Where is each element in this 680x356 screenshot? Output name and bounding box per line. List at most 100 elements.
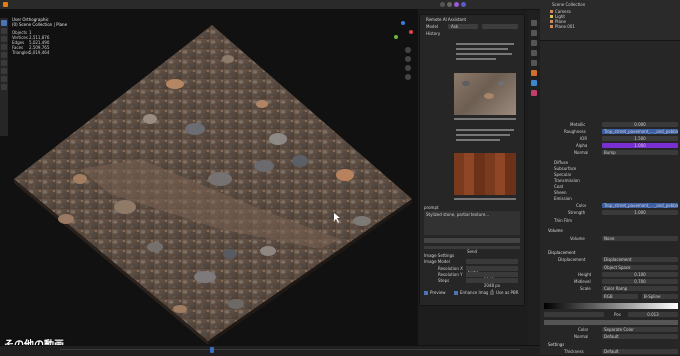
space-value: Object Space <box>604 265 631 270</box>
outliner-items: Camera Light Plane Plane.001 <box>550 9 575 29</box>
output-tab-icon[interactable] <box>531 40 537 46</box>
3d-viewport[interactable]: User Orthographic (0) Scene Collection |… <box>0 9 418 345</box>
object-tab-icon[interactable] <box>531 70 537 76</box>
section-specular[interactable]: Specular <box>554 172 571 177</box>
outliner-item[interactable]: Plane.001 <box>555 24 575 29</box>
world-tab-icon[interactable] <box>531 60 537 66</box>
strength-value: 1.000 <box>634 210 646 215</box>
add-cube-tool-icon[interactable] <box>1 84 7 90</box>
tool-tab-icon[interactable] <box>531 20 537 26</box>
ramp-mode: RGB <box>604 294 613 299</box>
timeline-bar[interactable] <box>0 345 540 356</box>
refresh-button[interactable] <box>482 24 518 29</box>
resolution-y-field[interactable]: 2048 px <box>466 272 518 288</box>
prop-label: Metallic <box>570 122 586 127</box>
midlevel-field[interactable]: 0.700 <box>602 279 678 284</box>
rendered-shading-icon[interactable] <box>461 2 466 7</box>
stat-label: Triangles <box>12 50 30 55</box>
emission-color-field[interactable]: Trop_street_pavement_..._and_pebbles_wit… <box>602 203 678 208</box>
move-tool-icon[interactable] <box>1 36 7 42</box>
roughness-texture-field[interactable]: Trop_street_pavement_..._and_pebbles_wit… <box>602 129 678 134</box>
perspective-toggle-icon[interactable] <box>405 74 411 80</box>
space-dropdown[interactable]: Object Space <box>602 265 678 270</box>
prompt-textarea[interactable]: Stylized stone, partial texture... <box>424 211 520 235</box>
metallic-field[interactable]: 0.000 <box>602 122 678 127</box>
section-diffuse[interactable]: Diffuse <box>554 160 568 165</box>
displacement-label: Displacement <box>558 257 586 262</box>
section-subsurface[interactable]: Subsurface <box>554 166 576 171</box>
normal-field[interactable]: Bump <box>602 150 678 155</box>
send-button[interactable]: Send <box>424 238 520 254</box>
displacement-field[interactable]: Displacement <box>602 257 678 262</box>
resolution-x-field[interactable]: 2048 px <box>466 266 518 282</box>
blender-logo-icon[interactable] <box>3 2 8 7</box>
x-axis-icon[interactable] <box>409 30 413 34</box>
scale-tool-icon[interactable] <box>1 52 7 58</box>
section-thin-film[interactable]: Thin Film <box>554 218 572 223</box>
generated-stone-texture-thumbnail[interactable] <box>454 73 516 115</box>
section-transmission[interactable]: Transmission <box>554 178 580 183</box>
section-coat[interactable]: Coat <box>554 184 563 189</box>
solid-shading-icon[interactable] <box>447 2 452 7</box>
section-displacement[interactable]: Displacement <box>548 250 576 255</box>
rotate-tool-icon[interactable] <box>1 44 7 50</box>
scene-statistics: Objects 1 Vertices 2,511,876 Edges 5,021,49… <box>12 30 52 55</box>
outliner: Scene Collection Camera Light Plane Plan… <box>540 0 680 41</box>
image-settings-header[interactable]: Image Settings <box>424 253 454 258</box>
section-sheen[interactable]: Sheen <box>554 190 567 195</box>
enhance-checkbox[interactable] <box>454 291 458 295</box>
ior-field[interactable]: 1.500 <box>602 136 678 141</box>
normal2-field[interactable]: Default <box>602 334 678 339</box>
ramp-color-swatch[interactable] <box>544 320 678 325</box>
prop-label: Normal <box>574 150 589 155</box>
modifier-tab-icon[interactable] <box>531 80 537 86</box>
preview-checkbox[interactable] <box>424 291 428 295</box>
measure-tool-icon[interactable] <box>1 76 7 82</box>
render-tab-icon[interactable] <box>531 30 537 36</box>
ramp-interp-dropdown[interactable]: B-Spline <box>642 294 678 299</box>
navigation-gizmo[interactable] <box>392 21 414 43</box>
section-volume[interactable]: Volume <box>548 228 563 233</box>
steps-field[interactable]: 4 <box>466 278 518 294</box>
use-pbr-checkbox[interactable] <box>490 291 494 295</box>
scene-tab-icon[interactable] <box>531 50 537 56</box>
z-axis-icon[interactable] <box>401 21 405 25</box>
strength-field[interactable]: 1.000 <box>602 210 678 215</box>
prop-value: 1.500 <box>634 136 646 141</box>
camera-view-icon[interactable] <box>405 65 411 71</box>
material-tab-icon[interactable] <box>531 90 537 96</box>
status-line <box>424 246 520 249</box>
height-label: Height <box>578 272 592 277</box>
resolution-y-value: 2048 px <box>483 283 501 288</box>
pos-field[interactable]: 0.013 <box>628 312 678 317</box>
color2-field[interactable]: Separate Color <box>602 327 678 332</box>
transform-tool-icon[interactable] <box>1 60 7 66</box>
viewport-nav-buttons <box>405 47 412 89</box>
generated-wood-texture-thumbnail[interactable] <box>454 153 516 195</box>
pan-icon[interactable] <box>405 56 411 62</box>
scale-field[interactable]: Color Ramp <box>602 286 678 291</box>
pos-label: Pos <box>614 312 621 317</box>
wireframe-shading-icon[interactable] <box>440 2 445 7</box>
y-axis-icon[interactable] <box>394 35 398 39</box>
thickness-field[interactable]: Default <box>602 349 678 354</box>
model-selector[interactable]: Ask <box>448 24 478 29</box>
prop-label: IOR <box>580 136 588 141</box>
annotate-tool-icon[interactable] <box>1 68 7 74</box>
volume-field[interactable]: None <box>602 236 678 241</box>
select-tool-icon[interactable] <box>1 20 7 26</box>
prop-label: Alpha <box>576 143 588 148</box>
ramp-stop-field[interactable] <box>544 312 604 317</box>
section-settings[interactable]: Settings <box>548 342 564 347</box>
image-model-dropdown[interactable]: turbo <box>466 259 518 275</box>
zoom-icon[interactable] <box>405 47 411 53</box>
midlevel-value: 0.700 <box>634 279 646 284</box>
height-field[interactable]: 0.100 <box>602 272 678 277</box>
ramp-mode-dropdown[interactable]: RGB <box>602 294 638 299</box>
playhead-icon[interactable] <box>210 347 214 353</box>
alpha-field[interactable]: 1.000 <box>602 143 678 148</box>
color-ramp-bar[interactable] <box>544 303 678 309</box>
material-shading-icon[interactable] <box>454 2 459 7</box>
section-emission[interactable]: Emission <box>554 196 572 201</box>
cursor-tool-icon[interactable] <box>1 28 7 34</box>
